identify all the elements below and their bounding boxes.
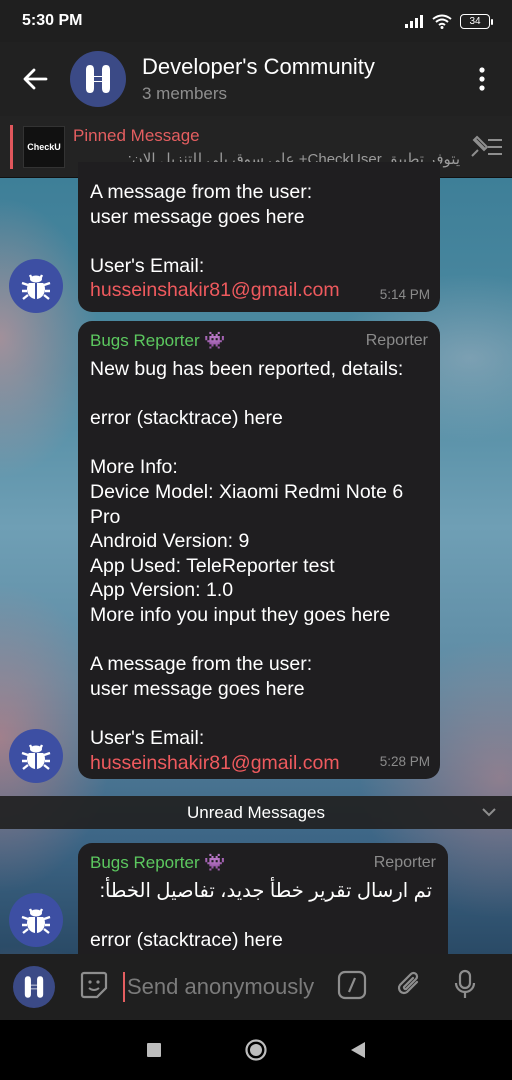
message-line: Device Model: Xiaomi Redmi Note 6 [90, 480, 404, 503]
bot-avatar[interactable] [9, 259, 63, 313]
message-line: user message goes here [90, 677, 305, 700]
pinned-thumbnail: CheckU [23, 125, 65, 168]
system-nav-bar [0, 1020, 512, 1080]
message-line [90, 701, 428, 726]
paperclip-icon [397, 971, 419, 994]
bug-icon [21, 274, 51, 300]
bot-avatar[interactable] [9, 893, 63, 947]
bug-icon [21, 744, 51, 770]
message-line: user message goes here [90, 205, 305, 228]
message-line [90, 628, 428, 653]
member-count: 3 members [142, 84, 228, 103]
status-bar: 5:30 PM 34 [0, 0, 512, 42]
chevron-down-icon[interactable] [480, 803, 498, 821]
email-link[interactable]: husseinshakir81@gmail.com [90, 751, 428, 776]
message-line: User's Email: [90, 254, 205, 277]
message-line: A message from the user: [90, 653, 313, 676]
chat-title[interactable]: Developer's Community [142, 54, 452, 80]
message-line: New bug has been reported, details: [90, 358, 404, 380]
status-time: 5:30 PM [22, 12, 83, 29]
status-icons: 34 [404, 13, 493, 29]
message-line [90, 904, 436, 929]
more-vertical-icon [479, 67, 485, 91]
message-time: 5:28 PM [379, 754, 430, 769]
message-line: App Version: 1.0 [90, 579, 234, 602]
battery-level: 34 [469, 15, 481, 27]
more-menu-button[interactable] [452, 42, 512, 116]
pinned-list-button[interactable] [460, 134, 512, 160]
group-avatar[interactable] [70, 51, 126, 107]
wifi-icon [432, 14, 452, 29]
message-line: User's Email: [90, 726, 205, 749]
message-line [90, 431, 428, 456]
message-time: 5:14 PM [379, 287, 430, 302]
message-line: More Info: [90, 456, 178, 479]
unread-messages-divider: Unread Messages [0, 796, 512, 829]
message-input[interactable] [123, 972, 323, 1002]
home-icon[interactable] [244, 1038, 268, 1062]
microphone-icon [454, 969, 476, 998]
message-line: تم ارسال تقرير خطأ جديد، تفاصيل الخطأ: [99, 880, 432, 902]
message-line: A message from the user: [90, 181, 313, 203]
send-as-avatar-button[interactable] [13, 966, 55, 1008]
group-logo-icon [24, 976, 44, 998]
bot-avatar[interactable] [9, 729, 63, 783]
back-button[interactable] [0, 42, 70, 116]
message-line [90, 382, 428, 407]
recents-icon[interactable] [146, 1042, 162, 1058]
voice-record-button[interactable] [453, 969, 477, 1006]
bot-commands-button[interactable] [337, 970, 367, 1005]
chat-header: Developer's Community 3 members [0, 42, 512, 116]
message-line: error (stacktrace) here [90, 929, 283, 952]
email-link[interactable]: husseinshakir81@gmail.com [90, 278, 428, 303]
arrow-left-icon [23, 68, 48, 90]
message-bubble[interactable]: Bugs Reporter 👾 Reporter New bug has bee… [78, 321, 440, 779]
message-line: error (stacktrace) here [90, 407, 283, 430]
bug-icon [21, 908, 51, 934]
slash-command-icon [337, 970, 367, 999]
sender-role-badge: Reporter [373, 854, 436, 871]
message-input-bar [0, 954, 512, 1020]
group-logo-icon [86, 65, 110, 93]
pin-list-icon [471, 135, 502, 157]
message-line [90, 229, 428, 254]
message-line: Pro [90, 505, 121, 528]
back-nav-icon[interactable] [350, 1041, 366, 1059]
sticker-icon [80, 971, 108, 998]
message-bubble[interactable]: Bugs Reporter 👾 Reporter تم ارسال تقرير … [78, 843, 448, 954]
message-line: More info you input they goes here [90, 603, 391, 626]
attach-button[interactable] [395, 970, 423, 1005]
signal-icon [405, 15, 423, 28]
message-line: Android Version: 9 [90, 530, 250, 553]
unread-label: Unread Messages [187, 802, 325, 822]
emoji-button[interactable] [79, 970, 109, 1005]
message-bubble[interactable]: A message from the user: user message go… [78, 162, 440, 312]
battery-icon: 34 [460, 13, 493, 29]
pinned-indicator [10, 124, 13, 169]
sender-role-badge: Reporter [365, 332, 428, 349]
message-line: App Used: TeleReporter test [90, 554, 335, 577]
pinned-label: Pinned Message [73, 125, 200, 145]
